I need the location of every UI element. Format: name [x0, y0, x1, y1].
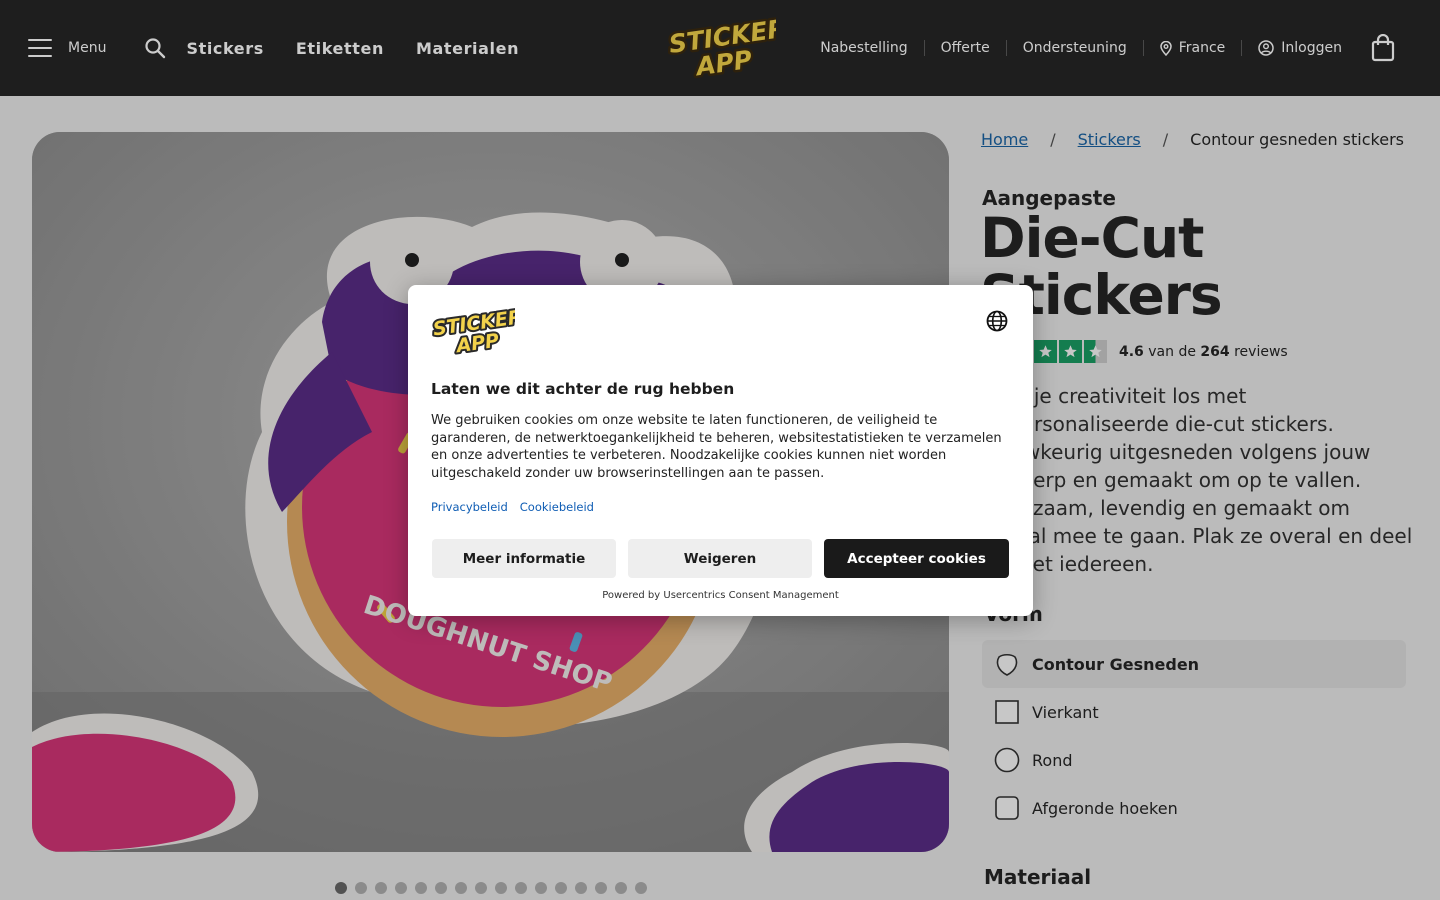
site-header: Menu Stickers Etiketten Materialen STICK…: [0, 0, 1440, 96]
main-nav: Stickers Etiketten Materialen: [186, 39, 519, 58]
reorder-label: Nabestelling: [820, 40, 908, 56]
reorder-link[interactable]: Nabestelling: [804, 40, 923, 56]
decline-button[interactable]: Weigeren: [628, 539, 812, 578]
login-label: Inloggen: [1281, 40, 1342, 56]
country-selector[interactable]: France: [1142, 40, 1242, 56]
nav-materialen[interactable]: Materialen: [416, 39, 519, 58]
cookie-policy-link[interactable]: Cookiebeleid: [520, 500, 594, 514]
quote-label: Offerte: [940, 40, 990, 56]
privacy-policy-link[interactable]: Privacybeleid: [431, 500, 508, 514]
header-utilities: Nabestelling Offerte Ondersteuning Franc…: [804, 0, 1396, 96]
stickerapp-logo: STICKER APP: [430, 304, 526, 359]
nav-etiketten[interactable]: Etiketten: [296, 39, 384, 58]
hamburger-icon[interactable]: [28, 39, 52, 57]
support-label: Ondersteuning: [1022, 40, 1127, 56]
cookie-consent-modal: STICKER APP Laten we dit achter de rug h…: [408, 285, 1033, 616]
menu-button[interactable]: Menu: [68, 40, 106, 56]
search-icon[interactable]: [144, 37, 166, 59]
cookie-modal-text: We gebruiken cookies om onze website te …: [431, 413, 1002, 481]
nav-stickers[interactable]: Stickers: [186, 39, 263, 58]
quote-link[interactable]: Offerte: [923, 40, 1006, 56]
login-link[interactable]: Inloggen: [1241, 40, 1358, 56]
globe-icon[interactable]: [986, 310, 1008, 332]
support-link[interactable]: Ondersteuning: [1005, 40, 1143, 56]
accept-cookies-button[interactable]: Accepteer cookies: [824, 539, 1009, 578]
cookie-modal-buttons: Meer informatie Weigeren Accepteer cooki…: [432, 539, 1009, 578]
shopping-bag-icon[interactable]: [1370, 34, 1396, 62]
cookie-modal-title: Laten we dit achter de rug hebben: [431, 380, 735, 398]
header-left: Menu Stickers Etiketten Materialen: [28, 0, 519, 96]
user-circle-icon: [1258, 40, 1275, 56]
stickerapp-logo[interactable]: STICKER STICKER APP APP: [664, 11, 791, 84]
powered-by-label: Powered by Usercentrics Consent Manageme…: [602, 590, 839, 601]
country-label: France: [1178, 40, 1226, 56]
location-pin-icon: [1159, 40, 1172, 56]
more-info-button[interactable]: Meer informatie: [432, 539, 616, 578]
cookie-policy-links: Privacybeleid Cookiebeleid: [431, 500, 594, 514]
